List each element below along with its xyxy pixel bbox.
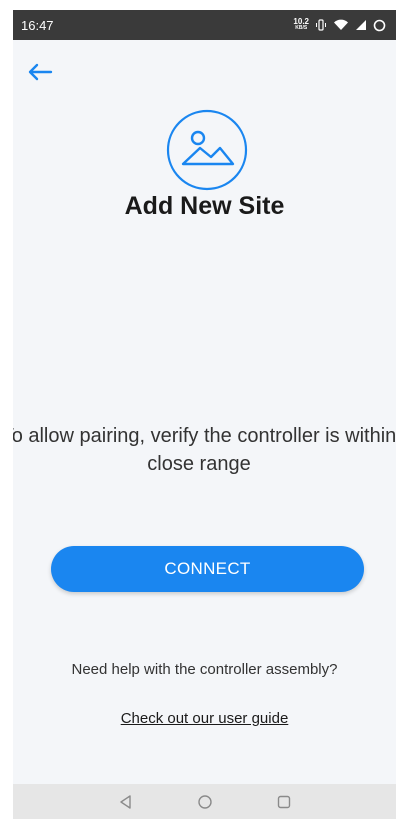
system-nav-bar [13,784,396,819]
connect-button[interactable]: CONNECT [51,546,364,592]
network-speed-unit: KB/S [295,25,308,31]
recents-square-icon[interactable] [272,790,296,814]
arrow-left-icon [27,62,53,87]
vibrate-icon [315,19,327,31]
pairing-instruction: To allow pairing, verify the controller … [13,425,396,475]
network-speed: 10.2 KB/S [293,18,309,32]
back-triangle-icon[interactable] [114,790,138,814]
back-button[interactable] [27,60,57,88]
signal-icon [355,19,367,31]
image-icon [165,108,249,192]
status-icons: 10.2 KB/S [293,18,386,32]
user-guide-link[interactable]: Check out our user guide [13,710,396,727]
help-text: Need help with the controller assembly? [71,661,338,678]
page-title: Add New Site [124,192,285,220]
home-circle-icon[interactable] [193,790,217,814]
wifi-icon [333,19,349,31]
status-time: 16:47 [21,17,54,33]
status-bar: 16:47 10.2 KB/S [13,10,396,40]
app-screen: 16:47 10.2 KB/S Add New Site To allow pa… [13,10,396,819]
battery-icon [373,19,386,32]
